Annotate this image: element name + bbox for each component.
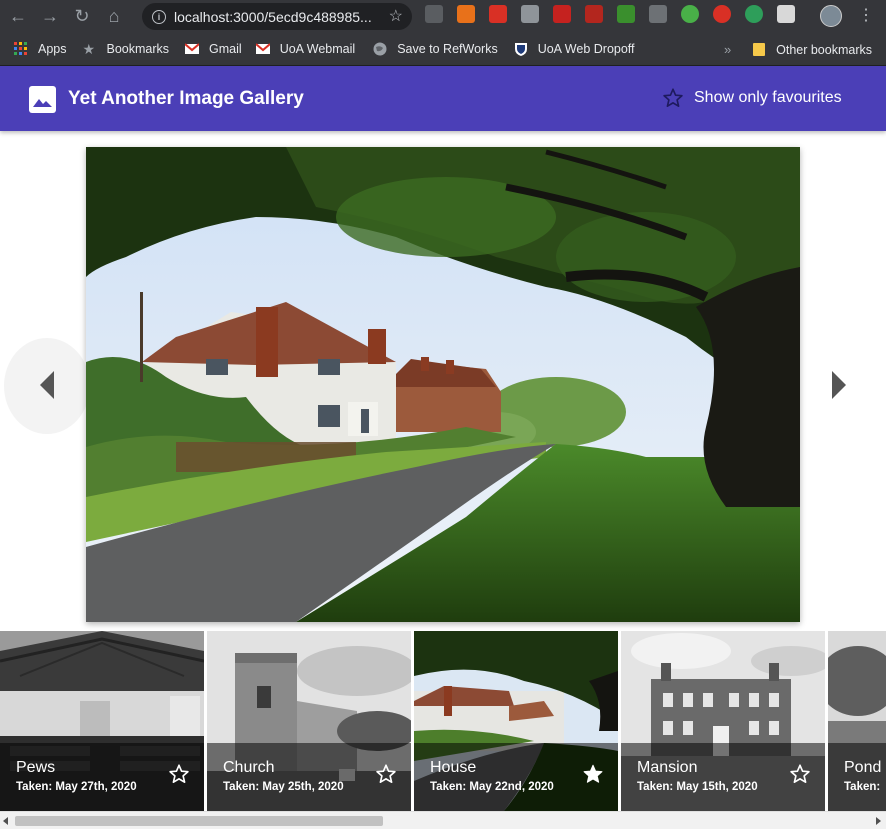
thumbnail-card[interactable]: Mansion Taken: May 15th, 2020: [621, 631, 825, 811]
thumbnail-date: Taken: May 22nd, 2020: [430, 781, 554, 793]
thumbnail-caption: House Taken: May 22nd, 2020: [414, 743, 618, 811]
info-icon[interactable]: i: [152, 9, 166, 24]
bookmark-label: Save to RefWorks: [397, 42, 498, 56]
bookmark-label: Apps: [38, 42, 67, 56]
app-header: Yet Another Image Gallery Show only favo…: [0, 66, 886, 131]
star-outline-icon[interactable]: [375, 763, 397, 785]
thumbnail-caption: Church Taken: May 25th, 2020: [207, 743, 411, 811]
image-icon: [29, 86, 56, 113]
browser-toolbar: ← → ↻ ⌂ i localhost:3000/5ecd9c488985...…: [0, 0, 886, 33]
shield-crest-icon: [514, 43, 527, 56]
back-icon[interactable]: ←: [4, 3, 32, 31]
scroll-right-icon[interactable]: [876, 817, 881, 825]
bookmarks-overflow-chevron[interactable]: »: [724, 33, 731, 66]
horizontal-scrollbar[interactable]: [0, 811, 886, 829]
apps-grid-icon: [14, 42, 27, 55]
bookmark-label: Gmail: [209, 42, 242, 56]
pdf-icon[interactable]: [553, 5, 571, 23]
reload-icon[interactable]: ↻: [68, 3, 96, 31]
show-favourites-button[interactable]: Show only favourites: [662, 87, 842, 109]
address-bar[interactable]: i localhost:3000/5ecd9c488985... ☆: [142, 3, 412, 30]
thumbnail-title: Mansion: [637, 759, 698, 776]
extensions: [425, 5, 809, 23]
thumbnail-card[interactable]: Pond Taken:: [828, 631, 886, 811]
star-outline-icon[interactable]: [789, 763, 811, 785]
thumbnail-title: Church: [223, 759, 275, 776]
bookmarks-bar: Apps ★ Bookmarks Gmail UoA Webmail Save …: [0, 33, 886, 66]
bookmark-gmail[interactable]: Gmail: [185, 42, 242, 56]
shield-green-icon[interactable]: [617, 5, 635, 23]
extension-puzzle-icon[interactable]: [585, 5, 603, 23]
download-icon[interactable]: [649, 5, 667, 23]
address-url[interactable]: localhost:3000/5ecd9c488985...: [174, 9, 379, 25]
menu-kebab-icon[interactable]: ⋮: [858, 5, 874, 27]
bookmark-bookmarks[interactable]: ★ Bookmarks: [83, 42, 170, 56]
thumbnail-title: Pond: [844, 759, 882, 776]
scroll-left-icon[interactable]: [3, 817, 8, 825]
globe-icon: [373, 42, 387, 56]
folder-icon: [753, 43, 766, 56]
star-icon: ★: [82, 41, 96, 57]
thumbnail-caption: Pond Taken:: [828, 743, 886, 811]
bookmark-web-dropoff[interactable]: UoA Web Dropoff: [514, 42, 635, 56]
show-favourites-label: Show only favourites: [694, 89, 842, 106]
bookmark-apps[interactable]: Apps: [14, 42, 67, 56]
thumbnail-title: Pews: [16, 759, 56, 776]
bookmark-label: Bookmarks: [106, 42, 170, 56]
star-filled-icon[interactable]: [582, 763, 604, 785]
other-bookmarks[interactable]: Other bookmarks: [753, 33, 872, 66]
extension-orange-icon[interactable]: [457, 5, 475, 23]
extension-red-dots-icon[interactable]: [489, 5, 507, 23]
adblock-icon[interactable]: [713, 5, 731, 23]
other-bookmarks-label: Other bookmarks: [776, 42, 872, 57]
thumbnail-strip[interactable]: Pews Taken: May 27th, 2020 Church Taken:…: [0, 631, 886, 811]
thumbnail-caption: Pews Taken: May 27th, 2020: [0, 743, 204, 811]
thumbnail-card[interactable]: Church Taken: May 25th, 2020: [207, 631, 411, 811]
star-outline-icon[interactable]: [168, 763, 190, 785]
main-photo: [86, 147, 800, 622]
house-photo: [86, 147, 800, 622]
bookmark-refworks[interactable]: Save to RefWorks: [373, 42, 498, 56]
bookmark-uoa-webmail[interactable]: UoA Webmail: [255, 42, 356, 56]
bookmark-label: UoA Webmail: [279, 42, 356, 56]
scrollbar-thumb[interactable]: [15, 816, 383, 826]
gmail-icon: [255, 43, 270, 54]
bookmark-label: UoA Web Dropoff: [537, 42, 635, 56]
vpn-icon[interactable]: [681, 5, 699, 23]
document-icon[interactable]: [777, 5, 795, 23]
thumbnail-card[interactable]: House Taken: May 22nd, 2020: [414, 631, 618, 811]
drive-icon[interactable]: [521, 5, 539, 23]
thumbnail-date: Taken:: [844, 781, 881, 793]
chevron-right-icon[interactable]: [832, 371, 846, 399]
thumbnail-title: House: [430, 759, 477, 776]
home-icon[interactable]: ⌂: [100, 3, 128, 31]
chevron-left-icon[interactable]: [40, 371, 54, 399]
thumbnail-date: Taken: May 15th, 2020: [637, 781, 758, 793]
thumbnail-date: Taken: May 25th, 2020: [223, 781, 344, 793]
app-title: Yet Another Image Gallery: [68, 88, 304, 109]
target-icon[interactable]: [745, 5, 763, 23]
forward-icon[interactable]: →: [36, 3, 64, 31]
thumbnail-card[interactable]: Pews Taken: May 27th, 2020: [0, 631, 204, 811]
bookmark-star-icon[interactable]: ☆: [389, 6, 403, 26]
thumbnail-caption: Mansion Taken: May 15th, 2020: [621, 743, 825, 811]
dropbox-icon[interactable]: [425, 5, 443, 23]
thumbnail-date: Taken: May 27th, 2020: [16, 781, 137, 793]
star-outline-icon: [663, 88, 683, 107]
gmail-icon: [185, 43, 200, 54]
profile-avatar[interactable]: [820, 5, 842, 27]
